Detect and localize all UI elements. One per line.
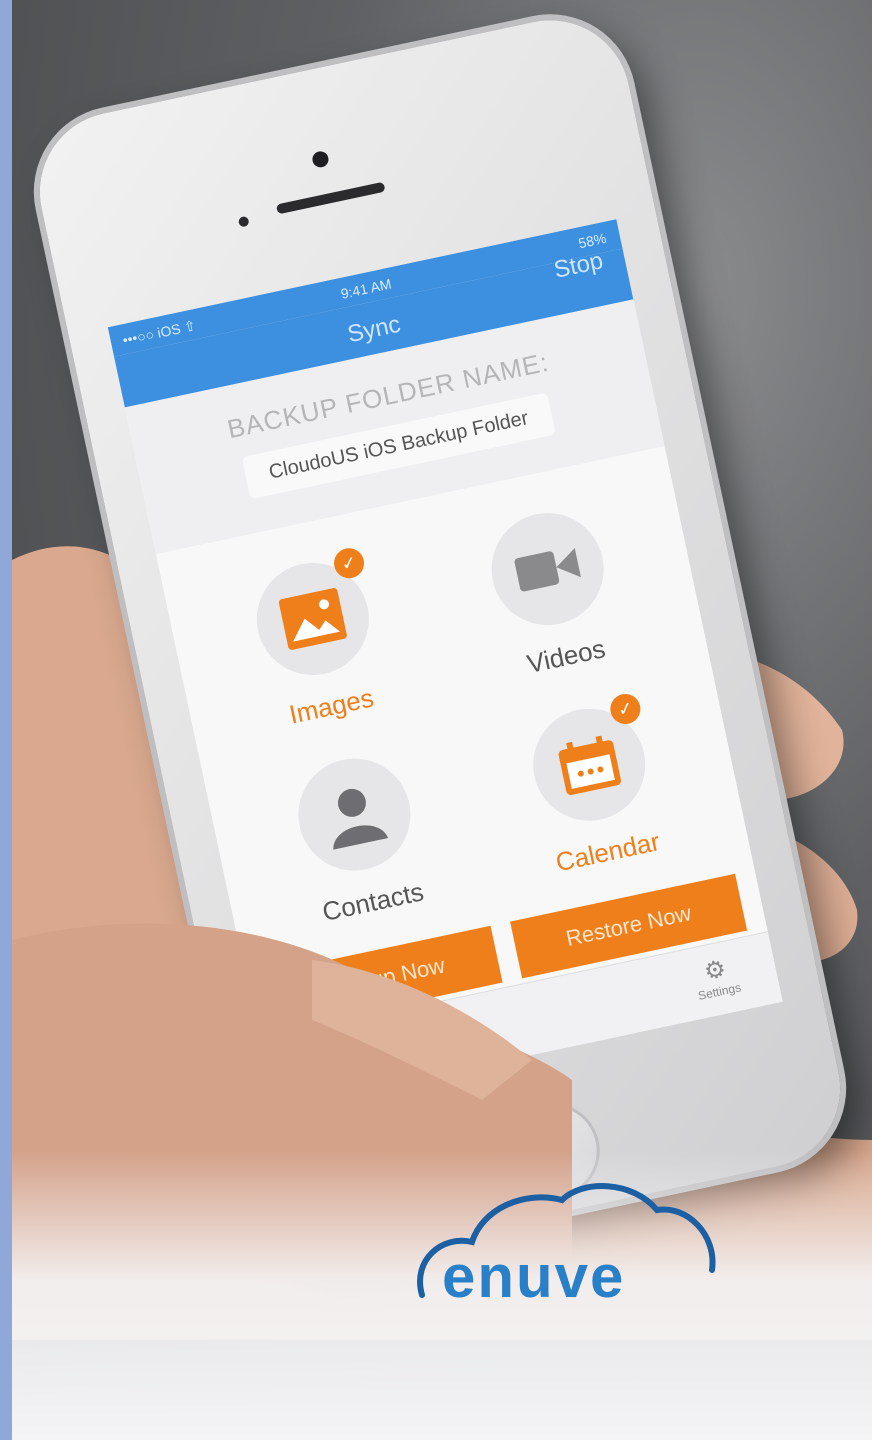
person-icon — [333, 788, 389, 850]
calendar-option[interactable]: ✓ Calendar — [490, 691, 700, 886]
images-check-icon: ✓ — [331, 545, 367, 582]
proximity-sensor — [237, 215, 250, 228]
calendar-icon — [558, 735, 622, 796]
video-camera-icon — [514, 547, 582, 592]
contacts-circle — [288, 748, 421, 882]
images-label: Images — [286, 682, 377, 730]
front-camera — [310, 149, 330, 169]
videos-label: Videos — [524, 633, 608, 680]
enuve-logo: enuve — [412, 1180, 722, 1310]
videos-circle — [481, 502, 615, 636]
calendar-circle: ✓ — [522, 691, 656, 832]
images-option[interactable]: ✓ Images — [213, 545, 423, 740]
image-icon — [278, 588, 347, 650]
left-accent-strip — [0, 0, 12, 1440]
earpiece-speaker — [275, 181, 386, 215]
calendar-check-icon: ✓ — [607, 691, 644, 727]
logo-wordmark: enuve — [442, 1243, 626, 1310]
videos-option[interactable]: Videos — [448, 496, 658, 691]
images-circle: ✓ — [246, 545, 380, 686]
tab-settings[interactable]: ⚙ Settings — [691, 952, 742, 1003]
calendar-label: Calendar — [552, 826, 663, 878]
